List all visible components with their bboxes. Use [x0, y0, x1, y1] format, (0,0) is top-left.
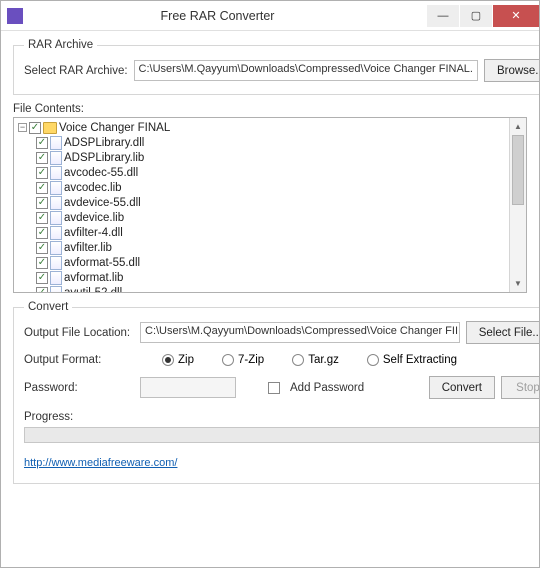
file-icon — [50, 136, 62, 150]
tree-item-label: avfilter-4.dll — [64, 227, 123, 239]
select-file-button[interactable]: Select File... — [466, 321, 539, 344]
file-icon — [50, 286, 62, 294]
scroll-down-arrow[interactable]: ▼ — [510, 275, 526, 292]
select-archive-label: Select RAR Archive: — [24, 65, 128, 77]
tree-scrollbar[interactable]: ▲ ▼ — [509, 118, 526, 292]
scroll-up-arrow[interactable]: ▲ — [510, 118, 526, 135]
tree-item[interactable]: ✓ avfilter-4.dll — [14, 225, 526, 240]
file-icon — [50, 196, 62, 210]
output-path-input[interactable]: C:\Users\M.Qayyum\Downloads\Compressed\V… — [140, 322, 460, 343]
file-icon — [50, 271, 62, 285]
checkbox[interactable]: ✓ — [36, 257, 48, 269]
checkbox[interactable]: ✓ — [36, 167, 48, 179]
format-targz-radio[interactable]: Tar.gz — [292, 354, 339, 366]
tree-item[interactable]: ✓ avformat-55.dll — [14, 255, 526, 270]
radio-icon — [367, 354, 379, 366]
archive-path-input[interactable]: C:\Users\M.Qayyum\Downloads\Compressed\V… — [134, 60, 478, 81]
file-icon — [50, 211, 62, 225]
convert-group: Convert Output File Location: C:\Users\M… — [13, 301, 539, 484]
convert-button[interactable]: Convert — [429, 376, 495, 399]
tree-item-label: avcodec-55.dll — [64, 167, 138, 179]
add-password-checkbox[interactable] — [268, 382, 280, 394]
tree-item-label: ADSPLibrary.lib — [64, 152, 144, 164]
password-label: Password: — [24, 382, 134, 394]
scroll-thumb[interactable] — [512, 135, 524, 205]
format-7zip-radio[interactable]: 7-Zip — [222, 354, 264, 366]
checkbox[interactable]: ✓ — [36, 197, 48, 209]
checkbox[interactable]: ✓ — [36, 227, 48, 239]
checkbox[interactable]: ✓ — [36, 152, 48, 164]
file-icon — [50, 151, 62, 165]
rar-archive-legend: RAR Archive — [24, 39, 97, 51]
radio-icon — [162, 354, 174, 366]
tree-item[interactable]: ✓ avfilter.lib — [14, 240, 526, 255]
content-area: RAR Archive Select RAR Archive: C:\Users… — [1, 31, 539, 567]
checkbox[interactable]: ✓ — [36, 287, 48, 294]
app-window: Free RAR Converter — ▢ ✕ RAR Archive Sel… — [0, 0, 540, 568]
checkbox[interactable]: ✓ — [36, 182, 48, 194]
website-link[interactable]: http://www.mediafreeware.com/ — [24, 457, 177, 469]
file-icon — [50, 226, 62, 240]
checkbox[interactable]: ✓ — [36, 272, 48, 284]
tree-item[interactable]: ✓ avdevice.lib — [14, 210, 526, 225]
checkbox[interactable]: ✓ — [36, 212, 48, 224]
checkbox[interactable]: ✓ — [36, 137, 48, 149]
tree-item-label: avutil-52.dll — [64, 287, 122, 294]
maximize-button[interactable]: ▢ — [460, 5, 492, 27]
output-location-label: Output File Location: — [24, 327, 134, 339]
folder-icon — [43, 122, 57, 134]
file-tree[interactable]: −✓Voice Changer FINAL✓ADSPLibrary.dll✓AD… — [13, 117, 527, 293]
scroll-track[interactable] — [510, 205, 526, 275]
window-buttons: — ▢ ✕ — [426, 5, 539, 27]
titlebar[interactable]: Free RAR Converter — ▢ ✕ — [1, 1, 539, 31]
tree-item-label: avdevice-55.dll — [64, 197, 141, 209]
tree-item-label: ADSPLibrary.dll — [64, 137, 144, 149]
add-password-label: Add Password — [290, 382, 364, 394]
checkbox[interactable]: ✓ — [29, 122, 41, 134]
stop-button[interactable]: Stop — [501, 376, 539, 399]
window-title: Free RAR Converter — [9, 9, 426, 23]
format-zip-radio[interactable]: Zip — [162, 354, 194, 366]
output-format-label: Output Format: — [24, 354, 134, 366]
file-icon — [50, 241, 62, 255]
tree-item-label: avcodec.lib — [64, 182, 122, 194]
tree-item[interactable]: ✓ avdevice-55.dll — [14, 195, 526, 210]
progress-label: Progress: — [24, 411, 539, 423]
tree-item[interactable]: ✓ avcodec-55.dll — [14, 165, 526, 180]
tree-item-label: avformat.lib — [64, 272, 123, 284]
tree-item[interactable]: ✓ avcodec.lib — [14, 180, 526, 195]
tree-item[interactable]: ✓ ADSPLibrary.dll — [14, 135, 526, 150]
tree-item-label: avdevice.lib — [64, 212, 124, 224]
collapse-icon[interactable]: − — [18, 123, 27, 132]
convert-legend: Convert — [24, 301, 72, 313]
tree-item[interactable]: ✓ avutil-52.dll — [14, 285, 526, 293]
radio-icon — [292, 354, 304, 366]
radio-icon — [222, 354, 234, 366]
tree-root-label: Voice Changer FINAL — [59, 122, 170, 134]
tree-item[interactable]: ✓ avformat.lib — [14, 270, 526, 285]
file-contents-label: File Contents: — [13, 103, 527, 115]
close-button[interactable]: ✕ — [493, 5, 539, 27]
tree-root-row[interactable]: −✓ Voice Changer FINAL — [14, 120, 526, 135]
file-icon — [50, 166, 62, 180]
tree-item[interactable]: ✓ ADSPLibrary.lib — [14, 150, 526, 165]
minimize-button[interactable]: — — [427, 5, 459, 27]
password-input[interactable] — [140, 377, 236, 398]
checkbox[interactable]: ✓ — [36, 242, 48, 254]
rar-archive-group: RAR Archive Select RAR Archive: C:\Users… — [13, 39, 539, 95]
browse-button[interactable]: Browse... — [484, 59, 539, 82]
file-icon — [50, 181, 62, 195]
progress-bar — [24, 427, 539, 443]
tree-item-label: avformat-55.dll — [64, 257, 140, 269]
file-icon — [50, 256, 62, 270]
format-selfextracting-radio[interactable]: Self Extracting — [367, 354, 457, 366]
tree-item-label: avfilter.lib — [64, 242, 112, 254]
